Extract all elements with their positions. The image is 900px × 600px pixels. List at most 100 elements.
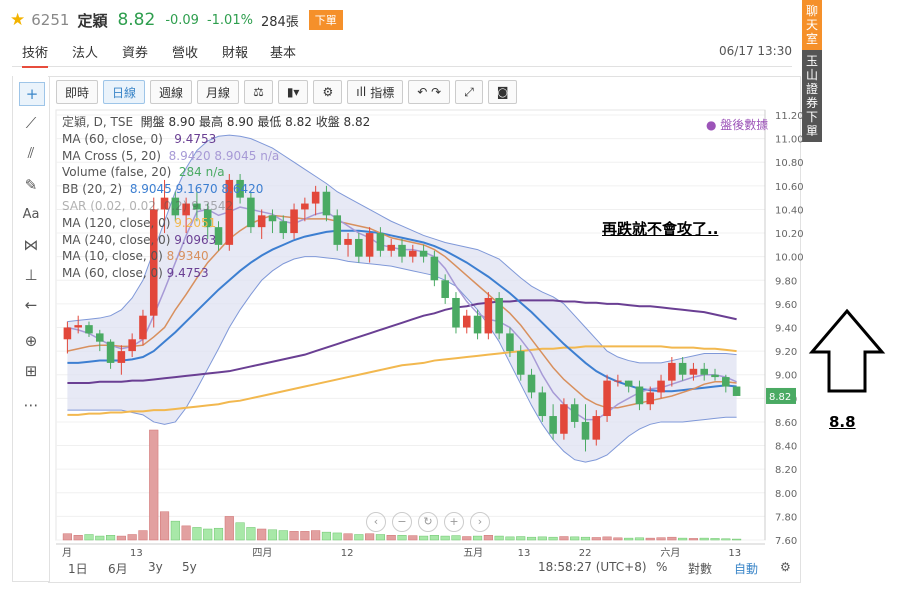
volume-bar	[278, 530, 288, 541]
candle-body	[484, 297, 493, 334]
candle-body	[527, 374, 536, 393]
candle-body	[516, 351, 525, 375]
volume-bar	[397, 535, 407, 541]
volume-bar	[688, 538, 698, 541]
candle-body	[689, 368, 698, 375]
candle-body	[668, 362, 676, 381]
legend-sar-value: 9.3542	[191, 198, 234, 213]
volume-bar	[602, 536, 612, 541]
candle-body	[495, 297, 503, 334]
y-tick-label: 9.80	[775, 276, 797, 287]
candle-body	[538, 392, 547, 417]
volume-bar	[634, 537, 645, 541]
log-toggle[interactable]: 對數	[688, 560, 712, 577]
range-3y[interactable]: 3y	[148, 560, 163, 574]
volume-bar	[613, 537, 623, 541]
candle-body	[106, 341, 115, 363]
volume-bar	[235, 522, 245, 541]
volume-bar	[159, 511, 170, 541]
candle-body	[624, 380, 633, 387]
chart-legend: 定穎, D, TSE 開盤 8.90 最高 8.90 最低 8.82 收盤 8.…	[62, 114, 370, 282]
volume-bar	[289, 531, 299, 541]
volume-bar	[429, 535, 439, 541]
auto-toggle[interactable]: 自動	[734, 560, 758, 577]
candle-body	[570, 404, 579, 422]
volume-bar	[321, 531, 332, 541]
zoom-in-icon[interactable]: +	[444, 512, 464, 532]
candle-body	[711, 374, 719, 378]
candle-body	[603, 380, 611, 417]
volume-bar	[127, 534, 137, 541]
y-tick-label: 9.40	[775, 324, 797, 335]
volume-bar	[419, 535, 429, 541]
volume-bar	[699, 537, 709, 541]
volume-bar	[354, 534, 364, 541]
percent-toggle[interactable]: %	[656, 560, 667, 574]
legend-ma240-value: 9.0963	[174, 232, 217, 247]
candle-body	[74, 325, 82, 328]
volume-bar	[591, 537, 601, 541]
volume-bar	[170, 520, 180, 541]
legend-ma10-value: 8.9340	[166, 249, 209, 264]
clock: 18:58:27 (UTC+8)	[538, 560, 647, 574]
candle-body	[96, 333, 104, 342]
up-arrow-icon	[808, 308, 886, 393]
y-tick-label: 10.80	[775, 158, 804, 169]
y-tick-label: 9.20	[775, 347, 797, 358]
candle-body	[63, 327, 72, 340]
legend-ohlc: 開盤 8.90 最高 8.90 最低 8.82 收盤 8.82	[140, 115, 371, 129]
legend-bb-value: 8.9045 9.1670 8.6420	[129, 182, 264, 197]
scroll-right-icon[interactable]: ›	[470, 512, 490, 532]
scale-settings-icon[interactable]: ⚙	[780, 560, 791, 574]
volume-bar	[84, 534, 94, 541]
volume-bar	[483, 535, 493, 541]
range-1d[interactable]: 1日	[68, 560, 88, 577]
volume-bar	[73, 535, 83, 541]
legend-ma60: MA (60, close, 0)	[62, 131, 163, 146]
volume-bar	[732, 538, 742, 541]
volume-bar	[224, 516, 234, 541]
candle-body	[85, 325, 93, 334]
legend-volume: Volume (false, 20)	[62, 165, 172, 180]
legend-main: 定穎, D, TSE	[62, 115, 134, 129]
candle-body	[506, 333, 514, 352]
reset-icon[interactable]: ↻	[418, 512, 438, 532]
volume-bar	[203, 528, 213, 541]
legend-volume-value: 284 n/a	[178, 165, 225, 180]
volume-bar	[300, 531, 310, 541]
volume-bar	[516, 536, 526, 541]
volume-bar	[537, 536, 547, 541]
candle-body	[646, 392, 655, 405]
candlestick-chart[interactable]: 11.20 11.00 10.80 10.60 10.40 10.20 10.00 9.80 9…	[0, 0, 900, 600]
range-6m[interactable]: 6月	[108, 560, 128, 577]
range-5y[interactable]: 5y	[182, 560, 197, 574]
y-tick-label: 11.20	[775, 111, 804, 122]
legend-bb: BB (20, 2)	[62, 182, 123, 197]
candle-body	[376, 233, 385, 251]
y-tick-label: 10.40	[775, 205, 804, 216]
legend-macross: MA Cross (5, 20)	[62, 148, 161, 163]
candle-body	[441, 280, 449, 298]
volume-bar	[408, 535, 418, 541]
volume-bar	[213, 527, 224, 541]
volume-bar	[472, 535, 483, 541]
after-hours-label[interactable]: ● 盤後數據	[706, 116, 768, 133]
legend-ma240: MA (240, close, 0)	[62, 232, 171, 247]
y-tick-label: 10.60	[775, 182, 804, 193]
candle-body	[722, 377, 730, 387]
volume-bar	[149, 429, 159, 541]
y-tick-label: 10.20	[775, 229, 804, 240]
y-tick-label: 8.40	[775, 442, 797, 453]
volume-bar	[343, 533, 353, 541]
legend-ma60b-value: 9.4753	[166, 266, 209, 281]
volume-bar	[494, 535, 504, 541]
volume-bar	[257, 528, 267, 541]
volume-bar	[181, 525, 191, 541]
zoom-out-icon[interactable]: −	[392, 512, 412, 532]
legend-ma60-value: 9.4753	[174, 131, 217, 146]
candle-body	[409, 250, 417, 257]
volume-bar	[721, 538, 731, 541]
candle-body	[387, 244, 395, 251]
scroll-left-icon[interactable]: ‹	[366, 512, 386, 532]
volume-bar	[580, 536, 591, 541]
